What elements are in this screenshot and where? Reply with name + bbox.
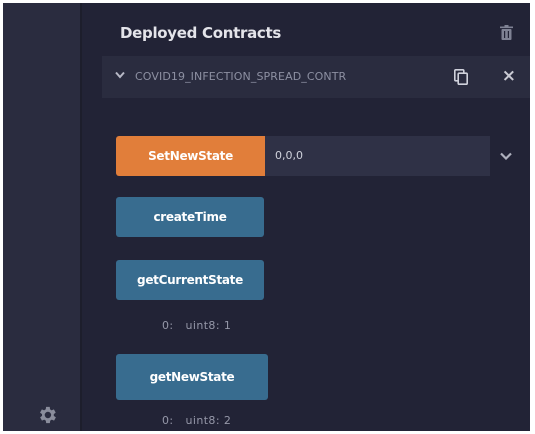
panel-title: Deployed Contracts	[120, 24, 281, 42]
contract-instance-header[interactable]: COVID19_INFECTION_SPREAD_CONTR ×	[102, 56, 530, 98]
icon-sidebar	[3, 3, 82, 431]
setnewstate-input[interactable]: 0,0,0	[265, 136, 490, 176]
remix-window: Deployed Contracts COVID19_INFECTION_SPR…	[3, 3, 530, 431]
getnewstate-button[interactable]: getNewState	[116, 354, 268, 400]
getcurrentstate-button[interactable]: getCurrentState	[116, 260, 264, 300]
output-value: uint8: 2	[185, 414, 232, 427]
function-row-setnewstate: SetNewState 0,0,0	[116, 136, 530, 176]
setnewstate-button[interactable]: SetNewState	[116, 136, 265, 176]
trash-icon[interactable]	[500, 25, 513, 40]
output-value: uint8: 1	[185, 319, 232, 332]
contract-name: COVID19_INFECTION_SPREAD_CONTR	[135, 70, 347, 83]
chevron-down-icon[interactable]	[115, 71, 125, 79]
createtime-button[interactable]: createTime	[116, 197, 264, 237]
gear-icon-svg	[40, 406, 56, 424]
chevron-down-icon[interactable]	[500, 152, 512, 160]
gear-icon[interactable]	[35, 404, 59, 428]
getcurrentstate-output: 0: uint8: 1	[162, 319, 243, 332]
getnewstate-output: 0: uint8: 2	[162, 414, 243, 427]
copy-icon[interactable]	[454, 69, 468, 85]
output-index: 0:	[162, 414, 174, 427]
output-index: 0:	[162, 319, 174, 332]
close-icon[interactable]: ×	[502, 68, 516, 85]
panel-header: Deployed Contracts	[82, 3, 530, 48]
deployed-contracts-panel: Deployed Contracts COVID19_INFECTION_SPR…	[82, 3, 530, 431]
